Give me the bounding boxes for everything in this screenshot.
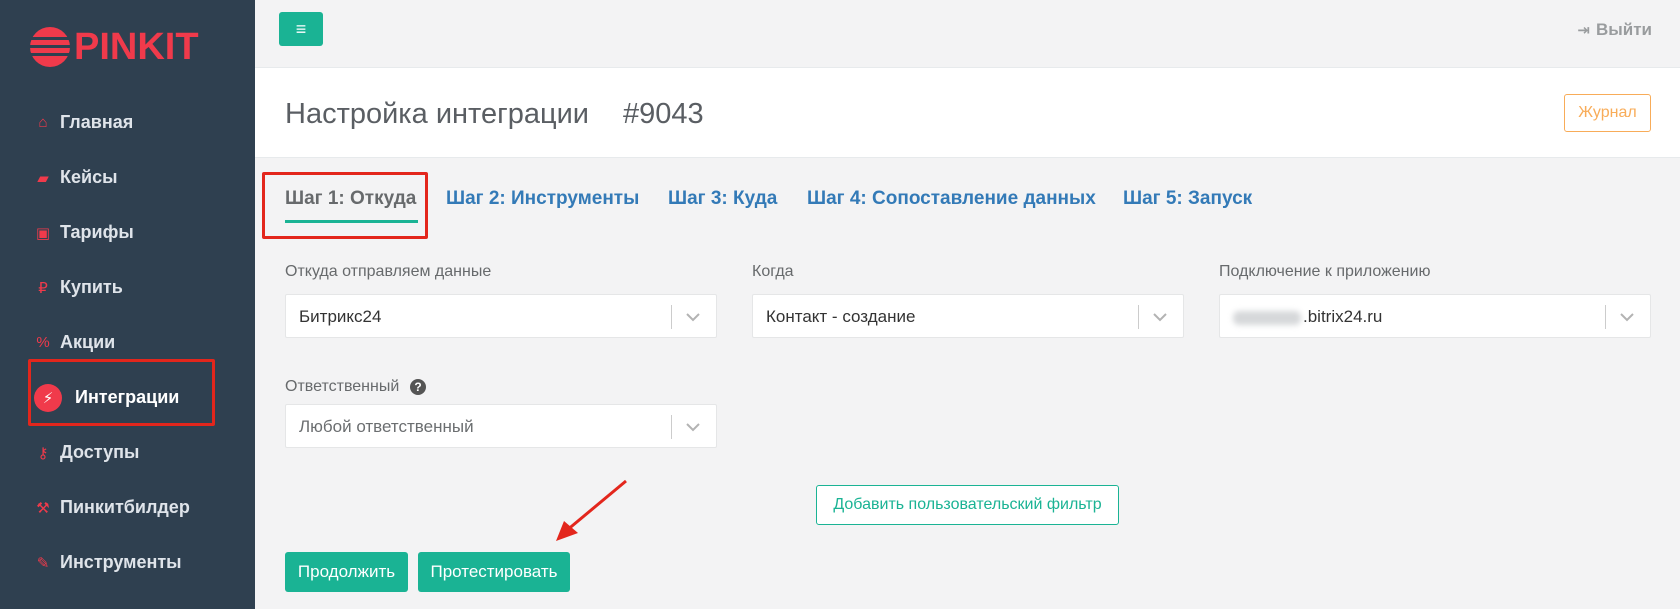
logout-label: Выйти: [1595, 20, 1652, 39]
annotation-arrow-icon: [556, 479, 627, 541]
hammer-icon: ⚒: [36, 499, 50, 517]
select-separator: [1138, 305, 1139, 329]
sidebar-item-home[interactable]: ⌂ Главная: [0, 95, 255, 150]
connection-select[interactable]: .bitrix24.ru: [1219, 294, 1651, 338]
tariff-icon: ▣: [35, 224, 51, 242]
sidebar-item-label: Главная: [60, 112, 134, 132]
tab-step-3[interactable]: Шаг 3: Куда: [668, 188, 777, 210]
briefcase-icon: ▰: [37, 169, 49, 187]
journal-button[interactable]: Журнал: [1564, 94, 1651, 132]
key-icon: ⚷: [37, 444, 49, 462]
when-value: Контакт - создание: [766, 307, 916, 326]
blurred-subdomain: [1233, 310, 1301, 325]
chevron-down-icon: [686, 313, 700, 322]
plug-icon: ⚡: [34, 383, 62, 412]
source-select[interactable]: Битрикс24: [285, 294, 717, 338]
add-custom-filter-button[interactable]: Добавить пользовательский фильтр: [816, 485, 1119, 525]
sidebar-item-label: Тарифы: [60, 222, 134, 242]
sidebar-item-tools[interactable]: ✎ Инструменты: [0, 535, 255, 590]
hamburger-icon: ≡: [295, 19, 307, 39]
sidebar-item-label: Интеграции: [75, 387, 180, 407]
topbar: ≡ ⇥ Выйти: [255, 0, 1680, 68]
sidebar-item-cases[interactable]: ▰ Кейсы: [0, 150, 255, 205]
integration-id: #9043: [623, 98, 704, 130]
sidebar-item-label: Инструменты: [60, 552, 182, 572]
tab-step-1[interactable]: Шаг 1: Откуда: [285, 188, 416, 210]
step-tabs: Шаг 1: Откуда Шаг 2: Инструменты Шаг 3: …: [255, 182, 1680, 232]
sidebar-item-label: Пинкитбилдер: [60, 497, 190, 517]
chevron-down-icon: [1153, 313, 1167, 322]
sign-out-icon: ⇥: [1577, 22, 1590, 39]
connection-label: Подключение к приложению: [1219, 263, 1431, 280]
connection-value-wrapper: .bitrix24.ru: [1233, 307, 1382, 327]
responsible-label: Ответственный: [285, 378, 400, 395]
sidebar-item-promo[interactable]: % Акции: [0, 315, 255, 370]
sidebar-item-label: Доступы: [60, 442, 140, 462]
sidebar-item-label: Акции: [60, 332, 116, 352]
select-separator: [1605, 305, 1606, 329]
active-tab-underline: [285, 220, 418, 223]
source-label: Откуда отправляем данные: [285, 263, 492, 280]
home-icon: ⌂: [38, 114, 48, 131]
tab-step-2[interactable]: Шаг 2: Инструменты: [446, 188, 639, 210]
logout-link[interactable]: ⇥ Выйти: [1577, 20, 1652, 40]
select-separator: [671, 415, 672, 439]
when-select[interactable]: Контакт - создание: [752, 294, 1184, 338]
continue-button[interactable]: Продолжить: [285, 552, 408, 592]
select-separator: [671, 305, 672, 329]
percent-icon: %: [36, 334, 50, 351]
menu-toggle-button[interactable]: ≡: [279, 12, 323, 46]
sidebar-item-buy[interactable]: ₽ Купить: [0, 260, 255, 315]
ruble-icon: ₽: [38, 279, 48, 297]
sidebar: PINKIT ⌂ Главная ▰ Кейсы ▣ Тарифы ₽ Купи…: [0, 0, 255, 609]
tab-step-5[interactable]: Шаг 5: Запуск: [1123, 188, 1252, 210]
sidebar-item-builder[interactable]: ⚒ Пинкитбилдер: [0, 480, 255, 535]
connection-value: .bitrix24.ru: [1303, 307, 1383, 326]
responsible-placeholder: Любой ответственный: [299, 417, 474, 436]
question-circle-icon[interactable]: ?: [410, 379, 426, 395]
sidebar-item-access[interactable]: ⚷ Доступы: [0, 425, 255, 480]
sidebar-item-label: Купить: [60, 277, 123, 297]
chevron-down-icon: [1620, 313, 1634, 322]
responsible-select[interactable]: Любой ответственный: [285, 404, 717, 448]
logo-icon: [28, 27, 72, 67]
tab-step-4[interactable]: Шаг 4: Сопоставление данных: [807, 188, 1096, 210]
sidebar-item-tariffs[interactable]: ▣ Тарифы: [0, 205, 255, 260]
test-button[interactable]: Протестировать: [418, 552, 570, 592]
logo-text: PINKIT: [74, 26, 199, 68]
when-label: Когда: [752, 263, 794, 280]
logo[interactable]: PINKIT: [28, 24, 228, 70]
page-header: Настройка интеграции #9043 Журнал: [255, 68, 1680, 158]
source-value: Битрикс24: [299, 307, 382, 326]
sidebar-item-label: Кейсы: [60, 167, 118, 187]
sidebar-item-integrations[interactable]: ⚡ Интеграции: [0, 370, 255, 425]
wrench-icon: ✎: [36, 554, 50, 572]
chevron-down-icon: [686, 423, 700, 432]
page-title: Настройка интеграции: [285, 98, 589, 130]
